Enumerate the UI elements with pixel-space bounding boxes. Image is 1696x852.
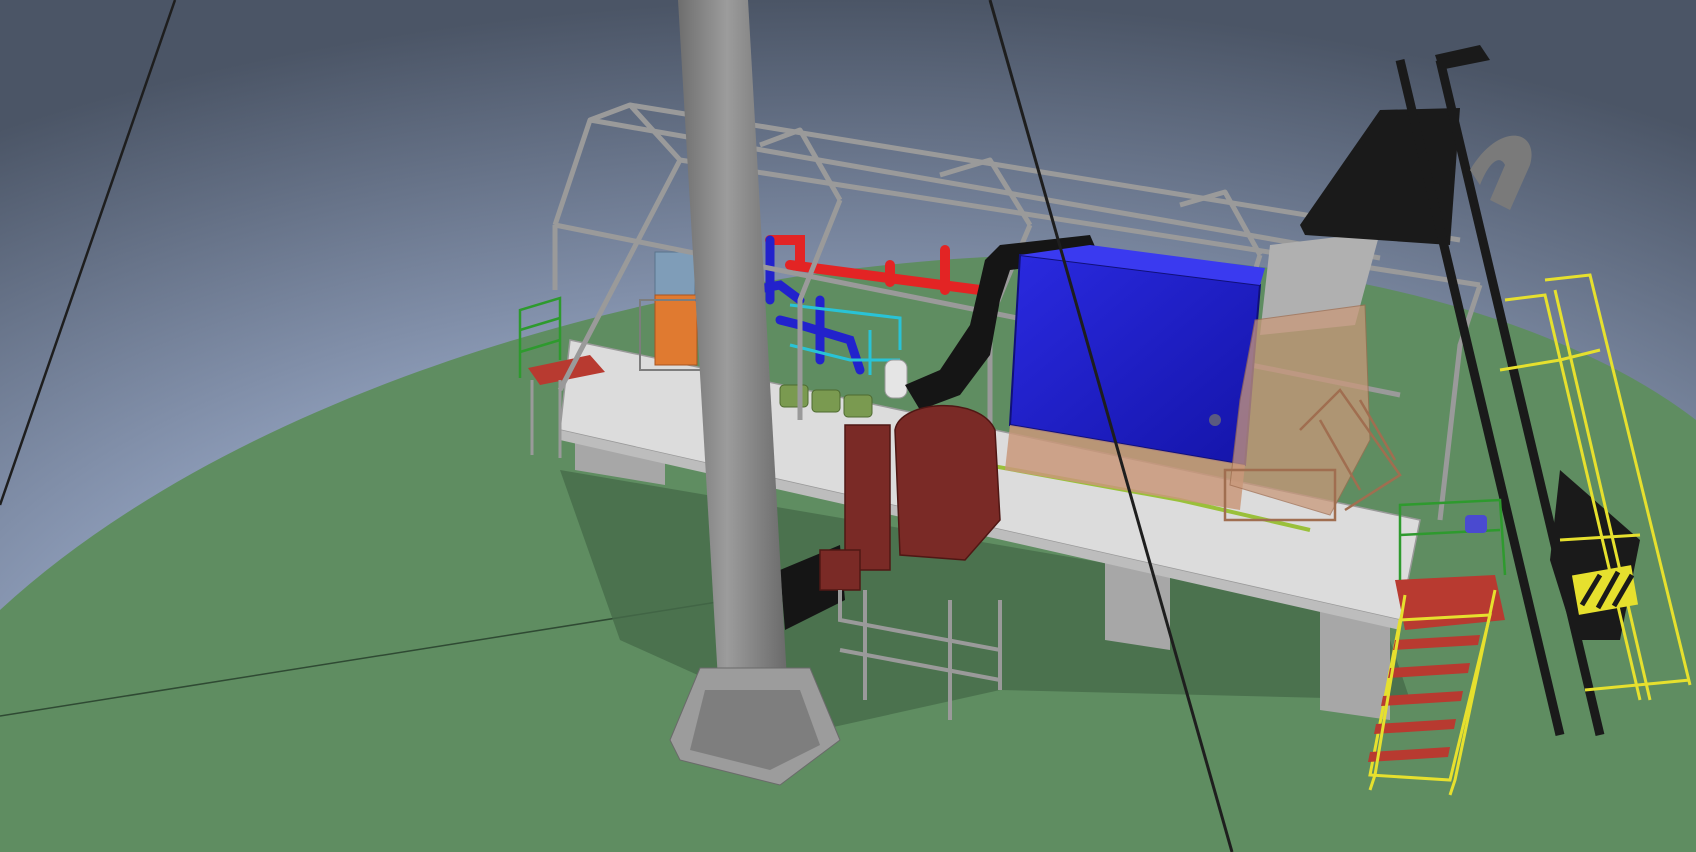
plate-heat-exchanger (654, 294, 698, 366)
expansion-tanks (884, 359, 908, 399)
boiler-inspection-port (1209, 414, 1221, 426)
3d-viewport[interactable] (0, 0, 1696, 852)
stair-motor (1465, 515, 1487, 533)
3d-scene[interactable] (0, 0, 1696, 852)
